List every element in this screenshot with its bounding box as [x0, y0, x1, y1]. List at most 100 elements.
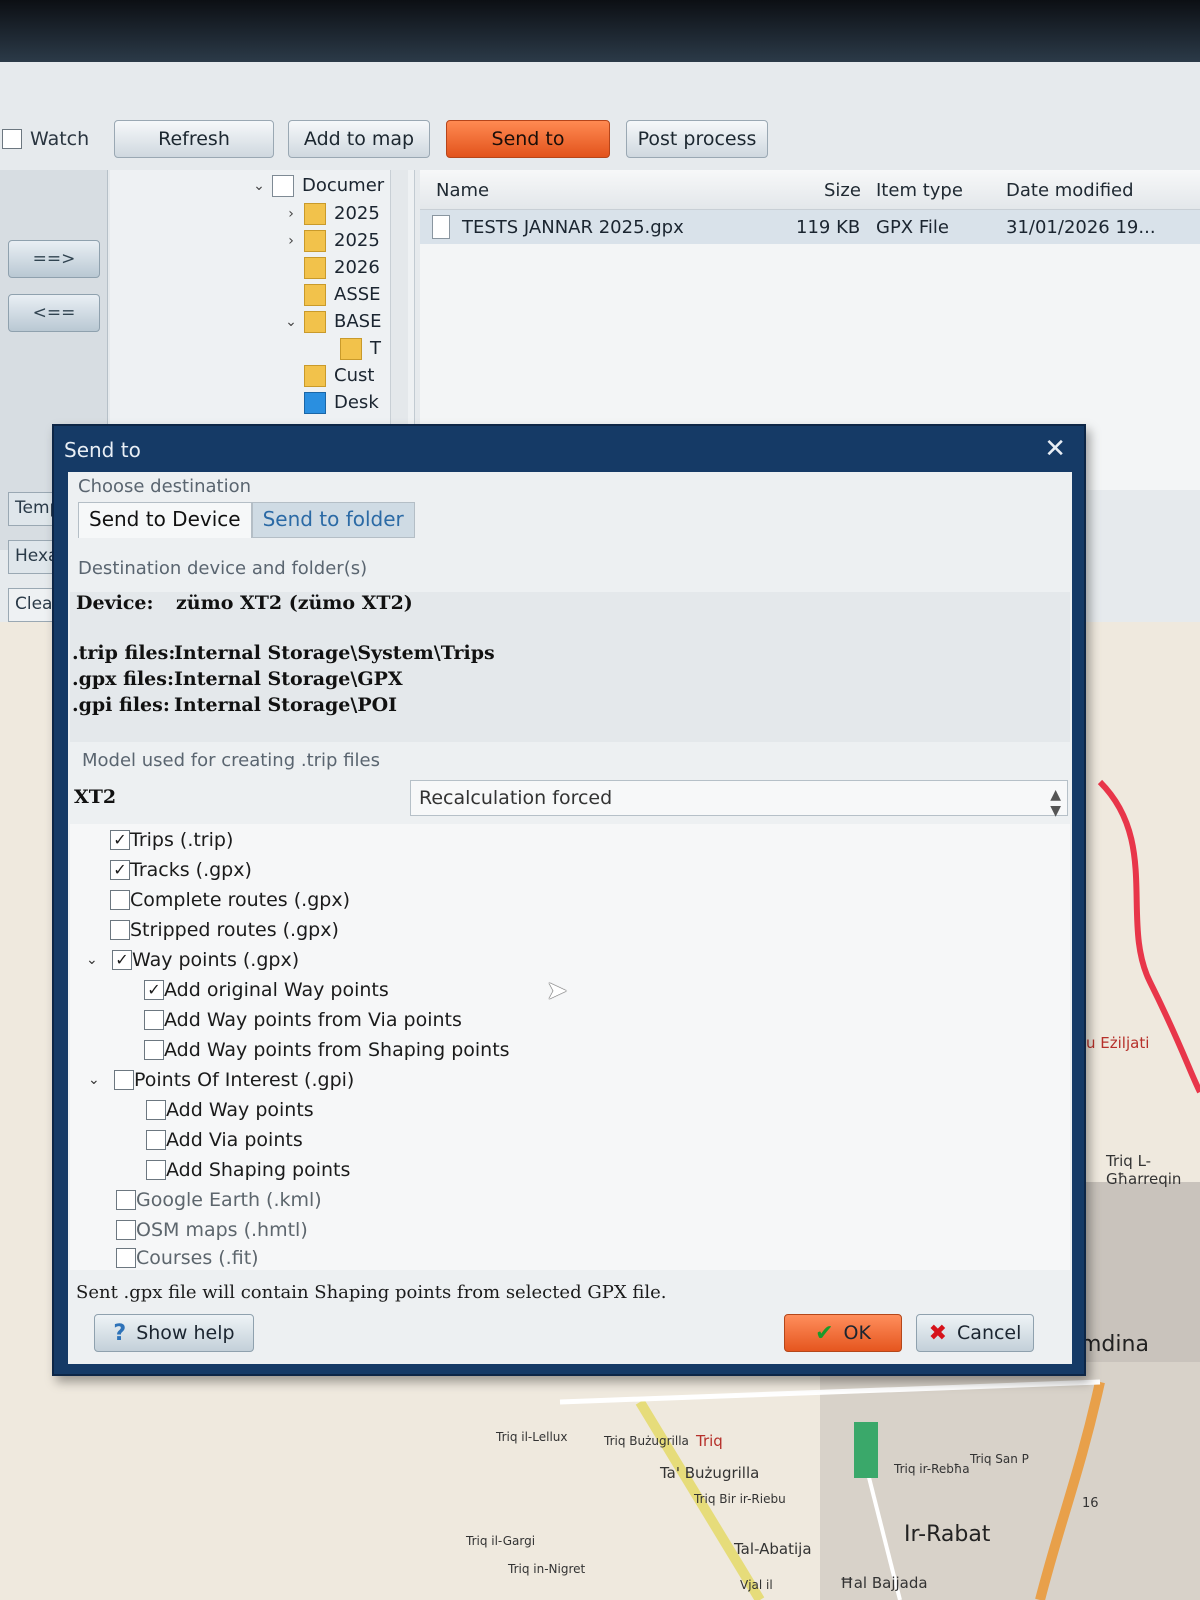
mouse-cursor-icon: ➤	[546, 976, 568, 1006]
watch-checkbox[interactable]: Watch	[2, 128, 89, 150]
chevron-down-icon[interactable]: ⌄	[88, 1072, 100, 1088]
map-label: Ta' Bużugrilla	[660, 1464, 760, 1482]
folder-icon	[340, 337, 362, 360]
checkbox[interactable]: ✓	[110, 860, 130, 880]
option-osm-maps[interactable]: OSM maps (.hmtl)	[116, 1216, 308, 1244]
option-label: Add Way points from Via points	[164, 1009, 462, 1031]
refresh-button[interactable]: Refresh	[114, 120, 274, 158]
status-text: Sent .gpx file will contain Shaping poin…	[76, 1282, 667, 1303]
tab-send-to-folder[interactable]: Send to folder	[251, 502, 415, 538]
tree-item[interactable]: › 2025	[282, 200, 380, 227]
tree-item[interactable]: Cust	[304, 362, 374, 389]
option-way-points[interactable]: ⌄ ✓ Way points (.gpx)	[86, 946, 300, 974]
check-icon: ✔	[815, 1320, 834, 1346]
column-size[interactable]: Size	[824, 180, 861, 201]
post-process-button[interactable]: Post process	[626, 120, 768, 158]
tree-item[interactable]: ASSE	[304, 281, 381, 308]
document-icon	[272, 174, 294, 197]
option-complete-routes[interactable]: Complete routes (.gpx)	[110, 886, 350, 914]
option-add-shaping-points[interactable]: Add Shaping points	[146, 1156, 350, 1184]
map-label: Triq in-Nigret	[508, 1562, 586, 1576]
choose-destination-label: Choose destination	[78, 476, 252, 497]
toolbar: Watch Refresh Add to map Send to Post pr…	[0, 110, 1200, 170]
model-value: XT2	[74, 786, 117, 808]
checkbox[interactable]	[110, 920, 130, 940]
checkbox[interactable]: ✓	[144, 980, 164, 1000]
option-label: Add Via points	[166, 1129, 303, 1151]
checkbox[interactable]: ✓	[110, 830, 130, 850]
updown-arrow-icon[interactable]: ▲ ▼	[1050, 787, 1061, 819]
side-tab-hexa[interactable]: Hexa	[8, 540, 58, 574]
chevron-down-icon[interactable]: ⌄	[282, 314, 300, 330]
option-label: Add Shaping points	[166, 1159, 351, 1181]
show-help-button[interactable]: ? Show help	[94, 1314, 254, 1352]
checkbox[interactable]	[116, 1190, 136, 1210]
watch-checkbox-box[interactable]	[2, 129, 22, 149]
tree-item-label: Desk	[334, 392, 379, 413]
column-item-type[interactable]: Item type	[876, 180, 963, 201]
option-add-way-points-from-shaping[interactable]: Add Way points from Shaping points	[144, 1036, 510, 1064]
table-row[interactable]: TESTS JANNAR 2025.gpx 119 KB GPX File 31…	[420, 210, 1200, 244]
tree-item[interactable]: T	[340, 335, 381, 362]
option-trips[interactable]: ✓ Trips (.trip)	[110, 826, 233, 854]
column-date-modified[interactable]: Date modified	[1006, 180, 1134, 201]
tree-item[interactable]: ⌄ BASE	[282, 308, 381, 335]
tab-send-to-device[interactable]: Send to Device	[78, 502, 252, 538]
chevron-down-icon[interactable]: ⌄	[250, 178, 268, 194]
help-icon: ?	[113, 1320, 127, 1346]
checkbox[interactable]	[144, 1010, 164, 1030]
ok-button[interactable]: ✔ OK	[784, 1314, 902, 1352]
checkbox[interactable]	[114, 1070, 134, 1090]
add-to-map-button[interactable]: Add to map	[288, 120, 430, 158]
checkbox[interactable]	[146, 1100, 166, 1120]
folder-icon	[304, 364, 326, 387]
ok-label: OK	[843, 1322, 871, 1344]
tree-item[interactable]: Desk	[304, 389, 379, 416]
chevron-right-icon[interactable]: ›	[282, 206, 300, 222]
map-label: Triq ir-Rebħa	[894, 1462, 970, 1476]
checkbox[interactable]	[110, 890, 130, 910]
checkbox[interactable]	[146, 1160, 166, 1180]
option-add-way-points[interactable]: Add Way points	[146, 1096, 314, 1124]
option-add-original-way-points[interactable]: ✓ Add original Way points	[144, 976, 389, 1004]
option-label: Way points (.gpx)	[132, 949, 300, 971]
tree-item-label: 2026	[334, 257, 380, 278]
close-icon[interactable]: ✕	[1044, 434, 1066, 464]
tree-item[interactable]: 2026	[304, 254, 380, 281]
option-add-via-points[interactable]: Add Via points	[146, 1126, 303, 1154]
checkbox[interactable]: ✓	[112, 950, 132, 970]
side-tab-temp[interactable]: Temp	[8, 492, 58, 526]
tree-item-label: ASSE	[334, 284, 381, 305]
checkbox[interactable]	[116, 1248, 136, 1268]
option-label: Add Way points from Shaping points	[164, 1039, 510, 1061]
chevron-right-icon[interactable]: ›	[282, 233, 300, 249]
tree-item-label: Cust	[334, 365, 375, 386]
trip-files-value: Internal Storage\System\Trips	[174, 642, 495, 664]
file-list-header: Name Size Item type Date modified	[420, 170, 1200, 210]
column-name[interactable]: Name	[436, 180, 489, 201]
tree-item[interactable]: ⌄ Documer	[250, 172, 384, 199]
checkbox[interactable]	[116, 1220, 136, 1240]
option-label: Add Way points	[166, 1099, 314, 1121]
move-left-button[interactable]: <==	[8, 294, 100, 332]
option-add-way-points-from-via[interactable]: Add Way points from Via points	[144, 1006, 462, 1034]
option-courses[interactable]: Courses (.fit)	[116, 1244, 259, 1272]
move-right-button[interactable]: ==>	[8, 240, 100, 278]
recalculation-select[interactable]: Recalculation forced ▲ ▼	[410, 780, 1068, 819]
checkbox[interactable]	[146, 1130, 166, 1150]
option-google-earth[interactable]: Google Earth (.kml)	[116, 1186, 322, 1214]
checkbox[interactable]	[144, 1040, 164, 1060]
option-label: OSM maps (.hmtl)	[136, 1219, 308, 1241]
device-key: Device:	[76, 592, 154, 614]
chevron-down-icon[interactable]: ⌄	[86, 952, 98, 968]
folder-icon	[304, 310, 326, 333]
option-label: Google Earth (.kml)	[136, 1189, 322, 1211]
side-tab-clear[interactable]: Clea	[8, 588, 58, 622]
cancel-button[interactable]: ✖ Cancel	[916, 1314, 1034, 1352]
tree-item[interactable]: › 2025	[282, 227, 380, 254]
option-points-of-interest[interactable]: ⌄ Points Of Interest (.gpi)	[88, 1066, 354, 1094]
folder-icon	[304, 202, 326, 225]
send-to-button[interactable]: Send to	[446, 120, 610, 158]
option-stripped-routes[interactable]: Stripped routes (.gpx)	[110, 916, 339, 944]
option-tracks[interactable]: ✓ Tracks (.gpx)	[110, 856, 252, 884]
